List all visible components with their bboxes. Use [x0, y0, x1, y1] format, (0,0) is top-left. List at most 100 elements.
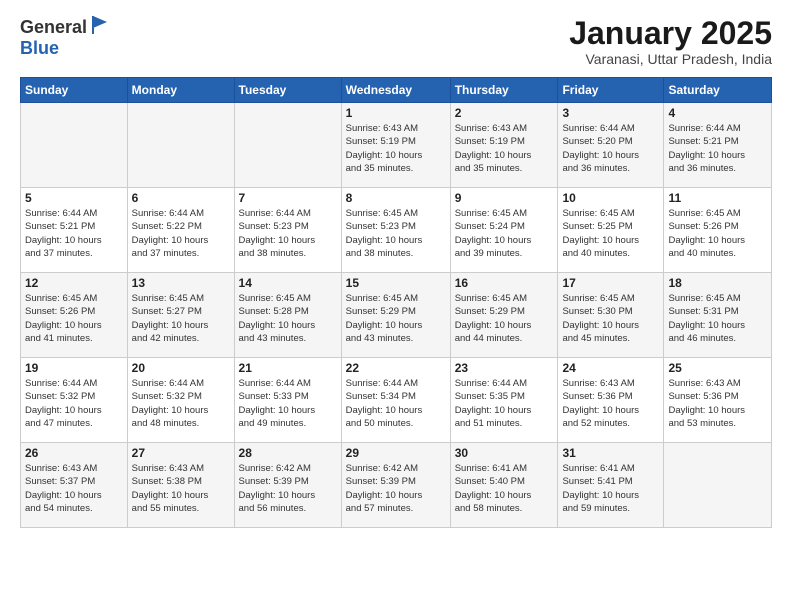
day-detail: Sunrise: 6:43 AM Sunset: 5:36 PM Dayligh… [668, 377, 767, 430]
calendar-cell: 20 Sunrise: 6:44 AM Sunset: 5:32 PM Dayli… [127, 358, 234, 443]
day-number: 14 [239, 276, 337, 290]
calendar-cell: 21 Sunrise: 6:44 AM Sunset: 5:33 PM Dayli… [234, 358, 341, 443]
day-number: 16 [455, 276, 554, 290]
calendar-cell [21, 103, 128, 188]
calendar-cell: 1 Sunrise: 6:43 AM Sunset: 5:19 PM Daylig… [341, 103, 450, 188]
day-number: 5 [25, 191, 123, 205]
calendar-week-4: 26Sunrise: 6:43 AM Sunset: 5:37 PM Dayli… [21, 443, 772, 528]
calendar-cell: 2 Sunrise: 6:43 AM Sunset: 5:19 PM Daylig… [450, 103, 558, 188]
location-subtitle: Varanasi, Uttar Pradesh, India [569, 51, 772, 67]
calendar-header-row: Sunday Monday Tuesday Wednesday Thursday… [21, 78, 772, 103]
calendar-table: Sunday Monday Tuesday Wednesday Thursday… [20, 77, 772, 528]
calendar-cell: 11 Sunrise: 6:45 AM Sunset: 5:26 PM Dayli… [664, 188, 772, 273]
day-detail: Sunrise: 6:45 AM Sunset: 5:29 PM Dayligh… [346, 292, 446, 345]
calendar-cell: 12 Sunrise: 6:45 AM Sunset: 5:26 PM Dayli… [21, 273, 128, 358]
day-detail: Sunrise: 6:44 AM Sunset: 5:35 PM Dayligh… [455, 377, 554, 430]
day-detail: Sunrise: 6:45 AM Sunset: 5:27 PM Dayligh… [132, 292, 230, 345]
calendar-cell: 18Sunrise: 6:45 AM Sunset: 5:31 PM Dayli… [664, 273, 772, 358]
calendar-week-0: 1 Sunrise: 6:43 AM Sunset: 5:19 PM Daylig… [21, 103, 772, 188]
calendar-cell [234, 103, 341, 188]
day-number: 29 [346, 446, 446, 460]
day-detail: Sunrise: 6:44 AM Sunset: 5:32 PM Dayligh… [25, 377, 123, 430]
day-number: 25 [668, 361, 767, 375]
day-number: 26 [25, 446, 123, 460]
day-number: 28 [239, 446, 337, 460]
logo-general: General [20, 17, 87, 38]
page: General Blue January 2025 Varanasi, Utta… [0, 0, 792, 612]
day-number: 12 [25, 276, 123, 290]
calendar-cell: 30 Sunrise: 6:41 AM Sunset: 5:40 PM Dayli… [450, 443, 558, 528]
day-detail: Sunrise: 6:45 AM Sunset: 5:28 PM Dayligh… [239, 292, 337, 345]
day-number: 2 [455, 106, 554, 120]
calendar-cell: 4 Sunrise: 6:44 AM Sunset: 5:21 PM Daylig… [664, 103, 772, 188]
logo-icon [89, 14, 111, 36]
calendar-week-3: 19Sunrise: 6:44 AM Sunset: 5:32 PM Dayli… [21, 358, 772, 443]
calendar-cell: 19Sunrise: 6:44 AM Sunset: 5:32 PM Dayli… [21, 358, 128, 443]
day-detail: Sunrise: 6:45 AM Sunset: 5:24 PM Dayligh… [455, 207, 554, 260]
day-number: 7 [239, 191, 337, 205]
day-number: 15 [346, 276, 446, 290]
day-detail: Sunrise: 6:41 AM Sunset: 5:40 PM Dayligh… [455, 462, 554, 515]
calendar-cell: 26Sunrise: 6:43 AM Sunset: 5:37 PM Dayli… [21, 443, 128, 528]
day-number: 31 [562, 446, 659, 460]
day-number: 4 [668, 106, 767, 120]
calendar-cell: 23Sunrise: 6:44 AM Sunset: 5:35 PM Dayli… [450, 358, 558, 443]
calendar-cell [664, 443, 772, 528]
day-detail: Sunrise: 6:45 AM Sunset: 5:29 PM Dayligh… [455, 292, 554, 345]
day-number: 30 [455, 446, 554, 460]
day-detail: Sunrise: 6:44 AM Sunset: 5:21 PM Dayligh… [25, 207, 123, 260]
col-sunday: Sunday [21, 78, 128, 103]
col-wednesday: Wednesday [341, 78, 450, 103]
day-number: 3 [562, 106, 659, 120]
day-detail: Sunrise: 6:45 AM Sunset: 5:23 PM Dayligh… [346, 207, 446, 260]
day-detail: Sunrise: 6:44 AM Sunset: 5:20 PM Dayligh… [562, 122, 659, 175]
calendar-cell: 15 Sunrise: 6:45 AM Sunset: 5:29 PM Dayli… [341, 273, 450, 358]
day-detail: Sunrise: 6:43 AM Sunset: 5:19 PM Dayligh… [455, 122, 554, 175]
day-detail: Sunrise: 6:44 AM Sunset: 5:21 PM Dayligh… [668, 122, 767, 175]
day-number: 10 [562, 191, 659, 205]
day-number: 11 [668, 191, 767, 205]
calendar-cell: 22 Sunrise: 6:44 AM Sunset: 5:34 PM Dayli… [341, 358, 450, 443]
day-detail: Sunrise: 6:44 AM Sunset: 5:23 PM Dayligh… [239, 207, 337, 260]
day-detail: Sunrise: 6:43 AM Sunset: 5:36 PM Dayligh… [562, 377, 659, 430]
day-detail: Sunrise: 6:43 AM Sunset: 5:38 PM Dayligh… [132, 462, 230, 515]
day-number: 22 [346, 361, 446, 375]
day-number: 21 [239, 361, 337, 375]
col-thursday: Thursday [450, 78, 558, 103]
day-number: 24 [562, 361, 659, 375]
day-number: 9 [455, 191, 554, 205]
day-number: 20 [132, 361, 230, 375]
calendar-cell: 24 Sunrise: 6:43 AM Sunset: 5:36 PM Dayli… [558, 358, 664, 443]
calendar-cell: 17Sunrise: 6:45 AM Sunset: 5:30 PM Dayli… [558, 273, 664, 358]
day-detail: Sunrise: 6:42 AM Sunset: 5:39 PM Dayligh… [239, 462, 337, 515]
day-number: 18 [668, 276, 767, 290]
day-detail: Sunrise: 6:45 AM Sunset: 5:26 PM Dayligh… [25, 292, 123, 345]
day-number: 27 [132, 446, 230, 460]
day-detail: Sunrise: 6:44 AM Sunset: 5:34 PM Dayligh… [346, 377, 446, 430]
calendar-cell: 28 Sunrise: 6:42 AM Sunset: 5:39 PM Dayli… [234, 443, 341, 528]
calendar-cell: 8 Sunrise: 6:45 AM Sunset: 5:23 PM Daylig… [341, 188, 450, 273]
day-detail: Sunrise: 6:44 AM Sunset: 5:33 PM Dayligh… [239, 377, 337, 430]
calendar-week-1: 5 Sunrise: 6:44 AM Sunset: 5:21 PM Daylig… [21, 188, 772, 273]
header: General Blue January 2025 Varanasi, Utta… [20, 16, 772, 67]
day-number: 1 [346, 106, 446, 120]
calendar-cell: 3 Sunrise: 6:44 AM Sunset: 5:20 PM Daylig… [558, 103, 664, 188]
calendar-cell: 31 Sunrise: 6:41 AM Sunset: 5:41 PM Dayli… [558, 443, 664, 528]
calendar-cell: 13 Sunrise: 6:45 AM Sunset: 5:27 PM Dayli… [127, 273, 234, 358]
day-detail: Sunrise: 6:41 AM Sunset: 5:41 PM Dayligh… [562, 462, 659, 515]
day-detail: Sunrise: 6:45 AM Sunset: 5:26 PM Dayligh… [668, 207, 767, 260]
day-detail: Sunrise: 6:45 AM Sunset: 5:25 PM Dayligh… [562, 207, 659, 260]
calendar-cell: 14 Sunrise: 6:45 AM Sunset: 5:28 PM Dayli… [234, 273, 341, 358]
day-number: 8 [346, 191, 446, 205]
day-detail: Sunrise: 6:44 AM Sunset: 5:32 PM Dayligh… [132, 377, 230, 430]
calendar-cell: 25 Sunrise: 6:43 AM Sunset: 5:36 PM Dayli… [664, 358, 772, 443]
day-detail: Sunrise: 6:42 AM Sunset: 5:39 PM Dayligh… [346, 462, 446, 515]
calendar-cell: 10 Sunrise: 6:45 AM Sunset: 5:25 PM Dayli… [558, 188, 664, 273]
calendar-cell: 7 Sunrise: 6:44 AM Sunset: 5:23 PM Daylig… [234, 188, 341, 273]
day-detail: Sunrise: 6:45 AM Sunset: 5:30 PM Dayligh… [562, 292, 659, 345]
day-detail: Sunrise: 6:44 AM Sunset: 5:22 PM Dayligh… [132, 207, 230, 260]
day-number: 13 [132, 276, 230, 290]
day-detail: Sunrise: 6:43 AM Sunset: 5:19 PM Dayligh… [346, 122, 446, 175]
logo-blue: Blue [20, 38, 59, 58]
calendar-cell: 5 Sunrise: 6:44 AM Sunset: 5:21 PM Daylig… [21, 188, 128, 273]
